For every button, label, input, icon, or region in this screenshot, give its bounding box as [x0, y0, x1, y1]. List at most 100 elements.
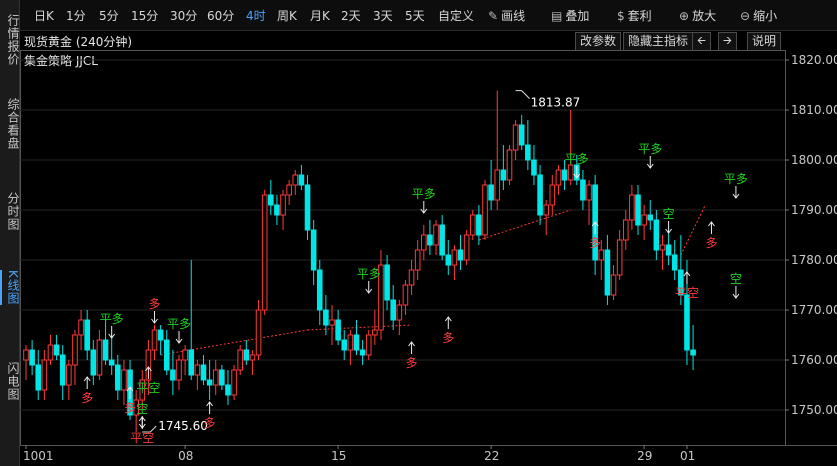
zoom-out-tool-button[interactable]: ⊖ 缩小 — [740, 7, 777, 24]
candle-body — [115, 364, 121, 391]
period-11-button[interactable]: 3天 — [373, 7, 393, 24]
signal-label: 空 — [730, 272, 742, 286]
signal-label: 多 — [589, 236, 601, 250]
period-2-button[interactable]: 1分 — [66, 7, 86, 24]
period-7-button[interactable]: 4时 — [246, 7, 266, 24]
candle-body — [72, 334, 78, 366]
candle-body — [206, 379, 213, 386]
moneybag-tool-button[interactable]: $ 套利 — [617, 7, 652, 24]
candle-body — [482, 184, 488, 236]
layers-icon: ▤ — [551, 9, 563, 23]
candle-body — [684, 294, 690, 351]
period-10-button[interactable]: 2天 — [341, 7, 361, 24]
scroll-left-button[interactable]: 🡨 — [692, 32, 711, 51]
period-4-button[interactable]: 15分 — [131, 7, 158, 24]
period-8-button[interactable]: 周K — [277, 7, 297, 24]
candle-body — [102, 339, 109, 361]
candle-body — [188, 349, 195, 376]
candle-body — [659, 244, 666, 251]
candle-body — [310, 229, 317, 271]
candle-body — [96, 339, 103, 376]
candle-body — [286, 184, 292, 196]
candle-body — [66, 364, 72, 386]
signal-guide-line — [478, 209, 571, 241]
help-button[interactable]: 说明 — [747, 32, 782, 51]
layers-tool-button[interactable]: ▤ 叠加 — [551, 7, 589, 24]
candle-body — [335, 319, 341, 341]
signal-label: 平多 — [724, 172, 748, 186]
y-tick-label: 1750.00 — [791, 403, 837, 417]
x-tick-label: 22 — [484, 449, 499, 463]
signal-label: 平空 — [130, 431, 154, 445]
candle-body — [610, 274, 617, 296]
candle-body — [690, 349, 696, 356]
period-12-button[interactable]: 5天 — [405, 7, 425, 24]
tool-label: 画线 — [501, 9, 526, 23]
period-1-button[interactable]: 日K — [34, 7, 54, 24]
candle-body — [151, 329, 158, 351]
edit-params-button[interactable]: 改参数 — [575, 32, 622, 51]
signal-label: 平多 — [565, 152, 589, 166]
sidebar-tab-4[interactable]: K线图 — [0, 270, 20, 305]
signal-label: 平空 — [136, 381, 160, 395]
period-5-button[interactable]: 30分 — [170, 7, 197, 24]
candle-body — [451, 249, 458, 266]
period-3-button[interactable]: 5分 — [99, 7, 119, 24]
candle-body — [329, 319, 335, 326]
y-tick-label: 1760.00 — [791, 353, 837, 367]
candle-body — [549, 184, 556, 206]
signal-label: 平多 — [412, 187, 436, 201]
pen-icon: ✎ — [488, 9, 499, 23]
candle-body — [586, 184, 592, 201]
signal-label: 平空 — [675, 286, 699, 300]
signal-label: 平多 — [638, 142, 662, 156]
candle-body — [59, 354, 66, 386]
scroll-right-button[interactable]: 🡪 — [718, 32, 737, 51]
pen-tool-button[interactable]: ✎ 画线 — [488, 7, 525, 24]
candle-body — [35, 364, 42, 391]
sidebar: 行情报价综合看盘分时图 K线图闪电图 — [0, 0, 20, 466]
hide-main-indicator-button[interactable]: 隐藏主指标 — [623, 32, 694, 51]
candle-body — [622, 219, 629, 241]
candle-body — [41, 359, 48, 391]
signal-label: 平多 — [357, 267, 381, 281]
candle-body — [225, 384, 231, 396]
zoom-in-tool-button[interactable]: ⊕ 放大 — [679, 7, 716, 24]
candle-body — [268, 194, 274, 206]
candle-body — [372, 329, 378, 336]
sidebar-tab-5[interactable]: 闪电图 — [0, 362, 20, 401]
candle-body — [108, 359, 115, 366]
signal-guide-line — [680, 204, 706, 256]
moneybag-icon: $ — [617, 9, 625, 23]
candle-body — [506, 149, 513, 181]
tool-label: 缩小 — [753, 9, 778, 23]
sidebar-tab-2[interactable]: 综合看盘 — [0, 98, 20, 150]
x-tick-label: 15 — [331, 449, 346, 463]
period-9-button[interactable]: 月K — [310, 7, 330, 24]
period-6-button[interactable]: 60分 — [207, 7, 234, 24]
period-13-button[interactable]: 自定义 — [438, 7, 474, 24]
candle-body — [298, 174, 305, 186]
candle-body — [341, 339, 348, 351]
candle-body — [212, 369, 219, 386]
sidebar-tab-1[interactable]: 行情报价 — [0, 14, 20, 66]
candle-body — [408, 269, 415, 286]
candle-body — [23, 349, 29, 361]
candle-body — [543, 204, 550, 216]
candle-body — [561, 169, 568, 181]
candle-body — [665, 244, 672, 256]
y-tick-label: 1780.00 — [791, 253, 837, 267]
signal-label: 多 — [124, 401, 136, 415]
candle-body — [200, 364, 207, 381]
y-tick-label: 1820.00 — [791, 53, 837, 67]
candle-body — [249, 354, 256, 361]
candle-body — [439, 224, 445, 256]
sidebar-tab-3[interactable]: 分时图 — [0, 192, 20, 231]
candle-body — [359, 349, 366, 356]
candlestick-chart[interactable]: 1820.00 1810.00 1800.00 1790.00 1780.00 1770.… — [20, 50, 837, 466]
candle-body — [580, 179, 586, 201]
candle-body — [84, 319, 91, 351]
candle-body — [402, 284, 409, 306]
candle-body — [445, 254, 452, 266]
signal-label: 平多 — [167, 317, 191, 331]
